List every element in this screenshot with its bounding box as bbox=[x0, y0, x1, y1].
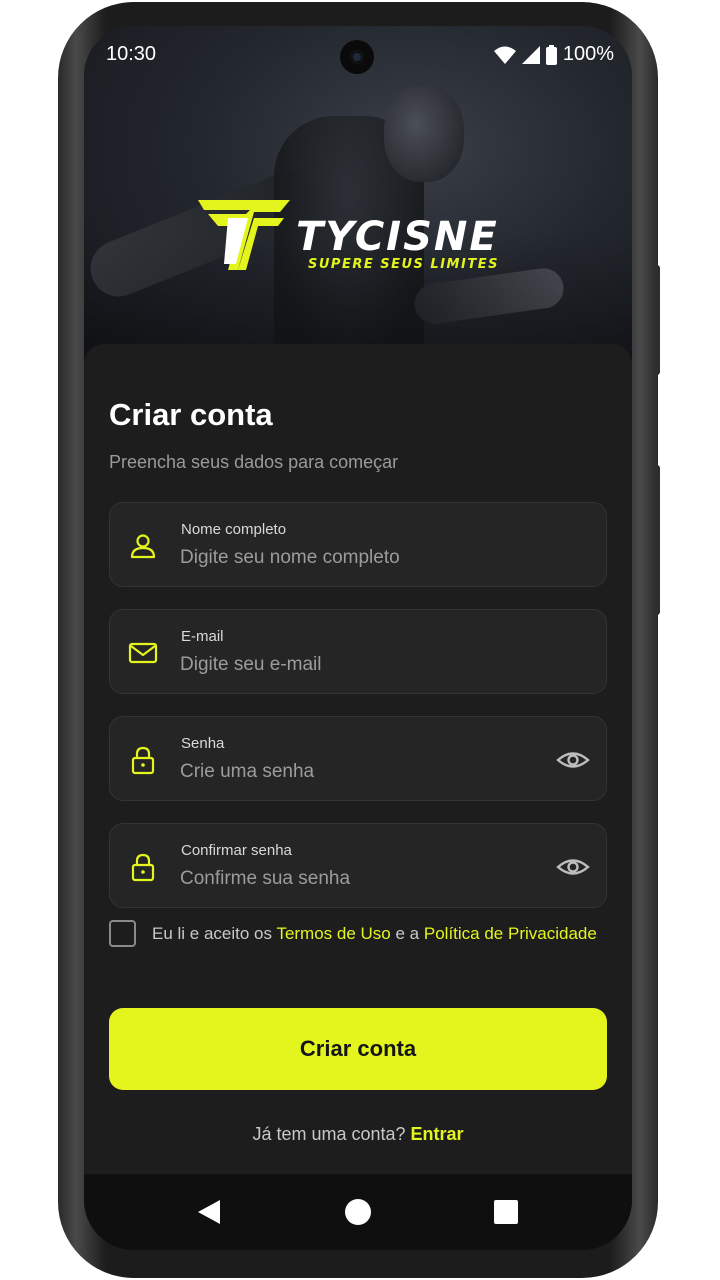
eye-icon[interactable] bbox=[556, 852, 590, 882]
back-icon[interactable] bbox=[194, 1196, 226, 1228]
recents-icon[interactable] bbox=[490, 1196, 522, 1228]
front-camera bbox=[340, 40, 374, 74]
password-field[interactable]: Senha bbox=[109, 716, 607, 801]
lock-icon bbox=[131, 746, 155, 775]
confirm-password-label: Confirmar senha bbox=[181, 842, 292, 859]
mail-icon bbox=[128, 642, 158, 664]
login-link[interactable]: Entrar bbox=[411, 1124, 464, 1144]
brand-t-icon bbox=[198, 200, 290, 270]
name-label: Nome completo bbox=[181, 521, 287, 538]
page-subtitle: Preencha seus dados para começar bbox=[109, 452, 399, 472]
brand-logo: TYCISNE SUPERE SEUS LIMITES bbox=[198, 200, 518, 300]
battery-icon bbox=[545, 44, 557, 65]
terms-of-use-link[interactable]: Termos de Uso bbox=[276, 924, 390, 943]
password-input[interactable] bbox=[180, 759, 540, 785]
privacy-policy-link[interactable]: Política de Privacidade bbox=[424, 924, 597, 943]
wifi-icon bbox=[493, 46, 516, 64]
system-nav-bar bbox=[84, 1174, 632, 1250]
power-button bbox=[654, 465, 660, 615]
eye-icon[interactable] bbox=[556, 745, 590, 775]
email-field[interactable]: E-mail bbox=[109, 609, 607, 694]
password-label: Senha bbox=[181, 735, 225, 752]
terms-row: Eu li e aceito os Termos de Uso e a Polí… bbox=[109, 920, 597, 947]
email-input[interactable] bbox=[180, 652, 540, 678]
confirm-password-input[interactable] bbox=[180, 866, 540, 892]
terms-prefix: Eu li e aceito os bbox=[152, 923, 273, 943]
login-prompt: Já tem uma conta? Entrar bbox=[84, 1124, 632, 1145]
name-input[interactable] bbox=[180, 545, 540, 571]
app-screen: TYCISNE SUPERE SEUS LIMITES 10:30 100% C… bbox=[84, 26, 632, 1250]
create-account-button[interactable]: Criar conta bbox=[109, 1008, 607, 1090]
terms-connector: e a bbox=[395, 923, 420, 943]
user-icon bbox=[130, 534, 156, 559]
login-prompt-text: Já tem uma conta? bbox=[252, 1124, 406, 1144]
confirm-password-field[interactable]: Confirmar senha bbox=[109, 823, 607, 908]
name-field[interactable]: Nome completo bbox=[109, 502, 607, 587]
battery-percentage: 100% bbox=[562, 43, 614, 65]
terms-checkbox[interactable] bbox=[109, 920, 136, 947]
home-icon[interactable] bbox=[342, 1196, 374, 1228]
page-title: Criar conta bbox=[109, 397, 273, 432]
brand-name: TYCISNE bbox=[296, 214, 499, 260]
email-label: E-mail bbox=[181, 628, 224, 645]
volume-button bbox=[654, 265, 660, 375]
lock-icon bbox=[131, 853, 155, 882]
terms-text: Eu li e aceito os Termos de Uso e a Polí… bbox=[152, 924, 597, 944]
signal-icon bbox=[521, 45, 540, 64]
brand-tagline: SUPERE SEUS LIMITES bbox=[308, 257, 499, 272]
status-time: 10:30 bbox=[106, 43, 157, 65]
signup-card: Criar conta Preencha seus dados para com… bbox=[84, 344, 632, 1174]
